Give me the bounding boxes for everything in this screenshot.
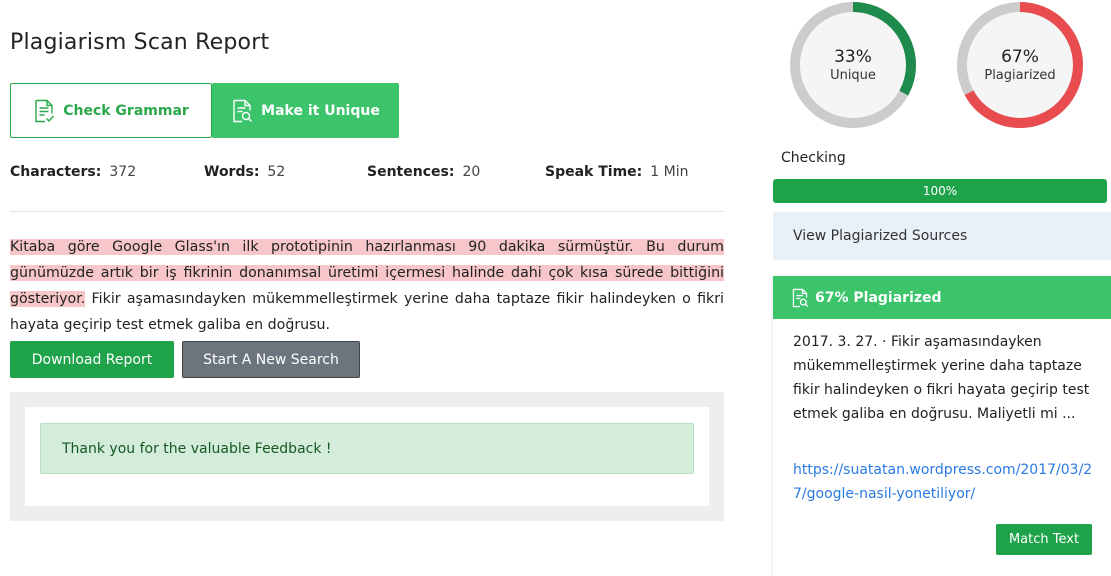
source-link[interactable]: https://suatatan.wordpress.com/2017/03/2… (793, 458, 1093, 506)
stat-sentences-label: Sentences: (367, 164, 455, 180)
stat-words-value: 52 (267, 164, 286, 180)
new-search-button[interactable]: Start A New Search (182, 341, 360, 378)
feedback-panel: Thank you for the valuable Feedback ! (10, 392, 724, 521)
page-title: Plagiarism Scan Report (10, 30, 270, 55)
stat-characters: Characters: 372 (10, 164, 136, 180)
unique-percent: 33% (834, 46, 872, 67)
stat-words-label: Words: (204, 164, 260, 180)
stat-characters-label: Characters: (10, 164, 102, 180)
stat-sentences-value: 20 (462, 164, 481, 180)
unique-gauge: 33% Unique (788, 0, 918, 130)
plagiarized-source-card: 67% Plagiarized 2017. 3. 27. · Fikir aşa… (773, 276, 1111, 576)
source-card-title: 67% Plagiarized (815, 289, 942, 306)
feedback-container: Thank you for the valuable Feedback ! (25, 407, 709, 506)
make-unique-button[interactable]: Make it Unique (212, 83, 399, 138)
source-snippet: 2017. 3. 27. · Fikir aşamasındayken müke… (793, 334, 1090, 422)
unique-text: Fikir aşamasındayken mükemmelleştirmek y… (10, 291, 724, 333)
plagiarized-percent: 67% (1001, 46, 1039, 67)
match-text-button[interactable]: Match Text (996, 524, 1092, 555)
progress-fill: 100% (773, 179, 1107, 203)
plagiarized-label: Plagiarized (984, 67, 1056, 83)
plagiarized-gauge: 67% Plagiarized (955, 0, 1085, 130)
grammar-document-icon (35, 99, 55, 122)
check-grammar-label: Check Grammar (63, 102, 189, 119)
scanned-text: Kitaba göre Google Glass'ın ilk prototip… (10, 234, 724, 338)
stat-sentences: Sentences: 20 (367, 164, 480, 180)
make-unique-label: Make it Unique (261, 102, 380, 119)
unique-label: Unique (830, 67, 876, 83)
feedback-success-alert: Thank you for the valuable Feedback ! (40, 423, 694, 474)
check-grammar-button[interactable]: Check Grammar (10, 83, 212, 138)
stat-speak-time-value: 1 Min (650, 164, 689, 180)
document-search-icon (792, 288, 809, 307)
view-plagiarized-sources-button[interactable]: View Plagiarized Sources (773, 212, 1111, 260)
document-search-icon (233, 99, 253, 122)
checking-progress-bar: 100% (773, 179, 1107, 203)
stat-words: Words: 52 (204, 164, 285, 180)
divider (10, 211, 724, 212)
source-card-header: 67% Plagiarized (773, 276, 1111, 319)
checking-label: Checking (781, 150, 846, 166)
download-report-button[interactable]: Download Report (10, 341, 174, 378)
stat-characters-value: 372 (109, 164, 137, 180)
stat-speak-time-label: Speak Time: (545, 164, 643, 180)
stat-speak-time: Speak Time: 1 Min (545, 164, 688, 180)
